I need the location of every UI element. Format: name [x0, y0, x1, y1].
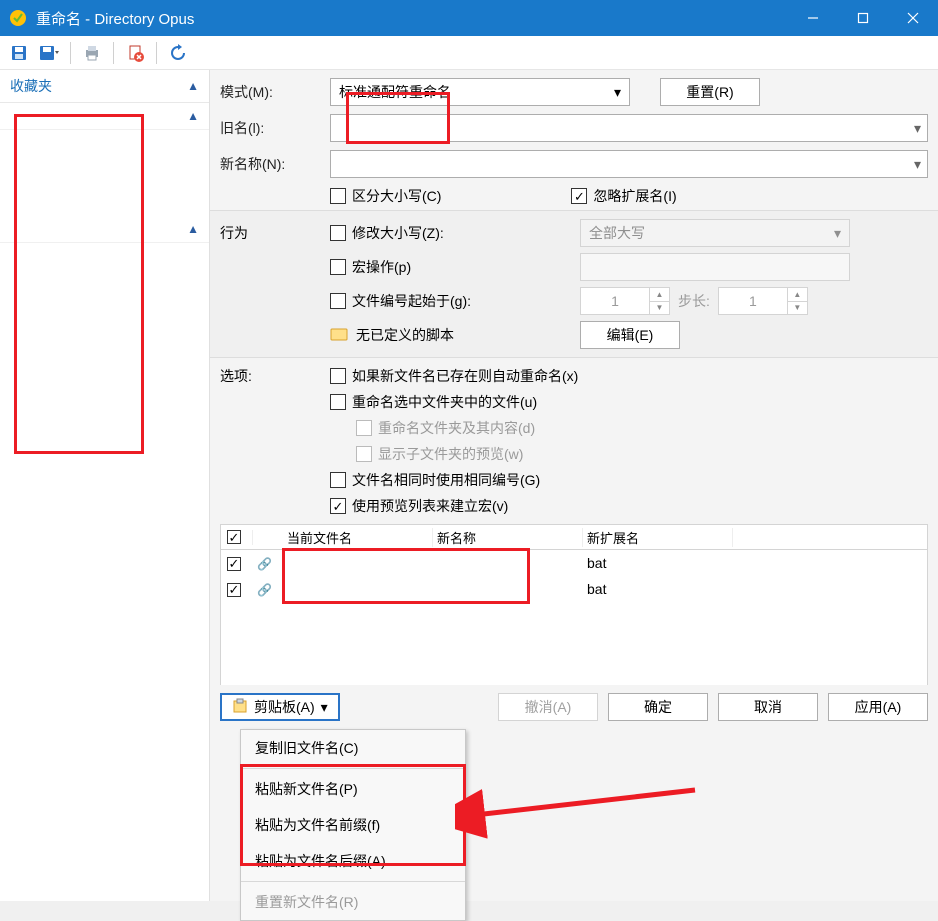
spinner-down-icon[interactable]: ▼ — [650, 302, 669, 315]
same-name-number-checkbox[interactable]: 文件名相同时使用相同编号(G) — [330, 470, 928, 490]
link-icon: 🔗 — [257, 557, 272, 571]
table-row[interactable]: 🔗 bat — [221, 550, 927, 576]
clipboard-icon — [232, 698, 248, 717]
ok-button[interactable]: 确定 — [608, 693, 708, 721]
chevron-up-icon: ▲ — [187, 79, 199, 93]
script-icon — [330, 326, 348, 345]
link-icon: 🔗 — [257, 583, 272, 597]
behavior-label: 行为 — [220, 223, 320, 243]
oldname-input[interactable]: ▾ — [330, 114, 928, 142]
step-label: 步长: — [678, 291, 710, 311]
case-sensitive-checkbox[interactable]: 区分大小写(C) — [330, 186, 441, 206]
checkbox-icon — [330, 188, 346, 204]
maximize-button[interactable] — [838, 0, 888, 36]
chevron-down-icon: ▾ — [914, 120, 921, 137]
menu-copy-old[interactable]: 复制旧文件名(C) — [241, 730, 465, 766]
minimize-button[interactable] — [788, 0, 838, 36]
checkbox-icon — [330, 293, 346, 309]
edit-script-button[interactable]: 编辑(E) — [580, 321, 680, 349]
show-sub-preview-checkbox: 显示子文件夹的预览(w) — [330, 444, 928, 464]
titlebar: 重命名 - Directory Opus — [0, 0, 938, 36]
options-label: 选项: — [220, 366, 320, 386]
ignore-ext-checkbox[interactable]: 忽略扩展名(I) — [571, 186, 676, 206]
menu-paste-suffix[interactable]: 粘贴为文件名后缀(A) — [241, 843, 465, 879]
newname-label: 新名称(N): — [220, 154, 320, 174]
mode-select[interactable]: 标准通配符重命名 ▾ — [330, 78, 630, 106]
change-case-checkbox[interactable]: 修改大小写(Z): — [330, 223, 570, 243]
mode-label: 模式(M): — [220, 82, 320, 102]
clipboard-menu: 复制旧文件名(C) 粘贴新文件名(P) 粘贴为文件名前缀(f) 粘贴为文件名后缀… — [240, 729, 466, 921]
toolbar — [0, 36, 938, 70]
sidebar-section-2[interactable]: ▲ — [0, 103, 209, 130]
number-start-spinner[interactable]: 1 ▲▼ — [580, 287, 670, 315]
sidebar-favorites-header[interactable]: 收藏夹 ▲ — [0, 70, 209, 103]
step-spinner[interactable]: 1 ▲▼ — [718, 287, 808, 315]
menu-paste-new[interactable]: 粘贴新文件名(P) — [241, 771, 465, 807]
newname-input[interactable]: ▾ — [330, 150, 928, 178]
clipboard-button[interactable]: 剪贴板(A) ▾ — [220, 693, 340, 721]
sidebar-section-3[interactable]: ▲ — [0, 216, 209, 243]
cancel-button[interactable]: 取消 — [718, 693, 818, 721]
app-icon — [8, 8, 28, 28]
checkbox-icon — [330, 259, 346, 275]
oldname-label: 旧名(l): — [220, 118, 320, 138]
sidebar: 收藏夹 ▲ ▲ ▲ — [0, 70, 210, 901]
checkbox-icon[interactable] — [227, 557, 241, 571]
checkbox-icon — [571, 188, 587, 204]
use-preview-checkbox[interactable]: 使用预览列表来建立宏(v) — [330, 496, 928, 516]
rename-folder-content-checkbox: 重命名文件夹及其内容(d) — [330, 418, 928, 438]
table-row[interactable]: 🔗 bat — [221, 576, 927, 602]
spinner-up-icon[interactable]: ▲ — [650, 288, 669, 302]
case-select: 全部大写 ▾ — [580, 219, 850, 247]
menu-paste-prefix[interactable]: 粘贴为文件名前缀(f) — [241, 807, 465, 843]
apply-button[interactable]: 应用(A) — [828, 693, 928, 721]
save-dropdown-icon[interactable] — [36, 40, 62, 66]
checkbox-icon[interactable] — [227, 583, 241, 597]
save-icon[interactable] — [6, 40, 32, 66]
macro-input — [580, 253, 850, 281]
chevron-down-icon: ▾ — [614, 84, 621, 101]
print-icon[interactable] — [79, 40, 105, 66]
col-current-name: 当前文件名 — [283, 528, 433, 547]
chevron-up-icon: ▲ — [187, 222, 199, 236]
refresh-icon[interactable] — [165, 40, 191, 66]
checkbox-icon — [330, 225, 346, 241]
auto-rename-checkbox[interactable]: 如果新文件名已存在则自动重命名(x) — [330, 366, 928, 386]
chevron-down-icon: ▾ — [321, 699, 328, 716]
footer: 剪贴板(A) ▾ 撤消(A) 确定 取消 应用(A) — [210, 685, 938, 729]
reset-button[interactable]: 重置(R) — [660, 78, 760, 106]
close-button[interactable] — [888, 0, 938, 36]
no-script-label: 无已定义的脚本 — [356, 325, 454, 345]
chevron-down-icon: ▾ — [914, 156, 921, 173]
rename-window: 重命名 - Directory Opus 收藏夹 ▲ ▲ ▲ — [0, 0, 938, 901]
spinner-down-icon[interactable]: ▼ — [788, 302, 807, 315]
spinner-up-icon[interactable]: ▲ — [788, 288, 807, 302]
menu-reset-new: 重置新文件名(R) — [241, 884, 465, 920]
sidebar-favorites-label: 收藏夹 — [10, 76, 52, 96]
col-new-name: 新名称 — [433, 528, 583, 547]
preview-list-body[interactable]: 🔗 bat 🔗 bat — [220, 550, 928, 690]
col-new-ext: 新扩展名 — [583, 528, 733, 547]
undo-button: 撤消(A) — [498, 693, 598, 721]
checkbox-icon[interactable] — [227, 530, 241, 544]
delete-icon[interactable] — [122, 40, 148, 66]
mode-value: 标准通配符重命名 — [339, 82, 451, 102]
rename-in-folder-checkbox[interactable]: 重命名选中文件夹中的文件(u) — [330, 392, 928, 412]
window-title: 重命名 - Directory Opus — [36, 8, 788, 29]
chevron-down-icon: ▾ — [834, 225, 841, 242]
macro-checkbox[interactable]: 宏操作(p) — [330, 257, 570, 277]
preview-list-header: 当前文件名 新名称 新扩展名 — [220, 524, 928, 550]
number-from-checkbox[interactable]: 文件编号起始于(g): — [330, 291, 570, 311]
chevron-up-icon: ▲ — [187, 109, 199, 123]
